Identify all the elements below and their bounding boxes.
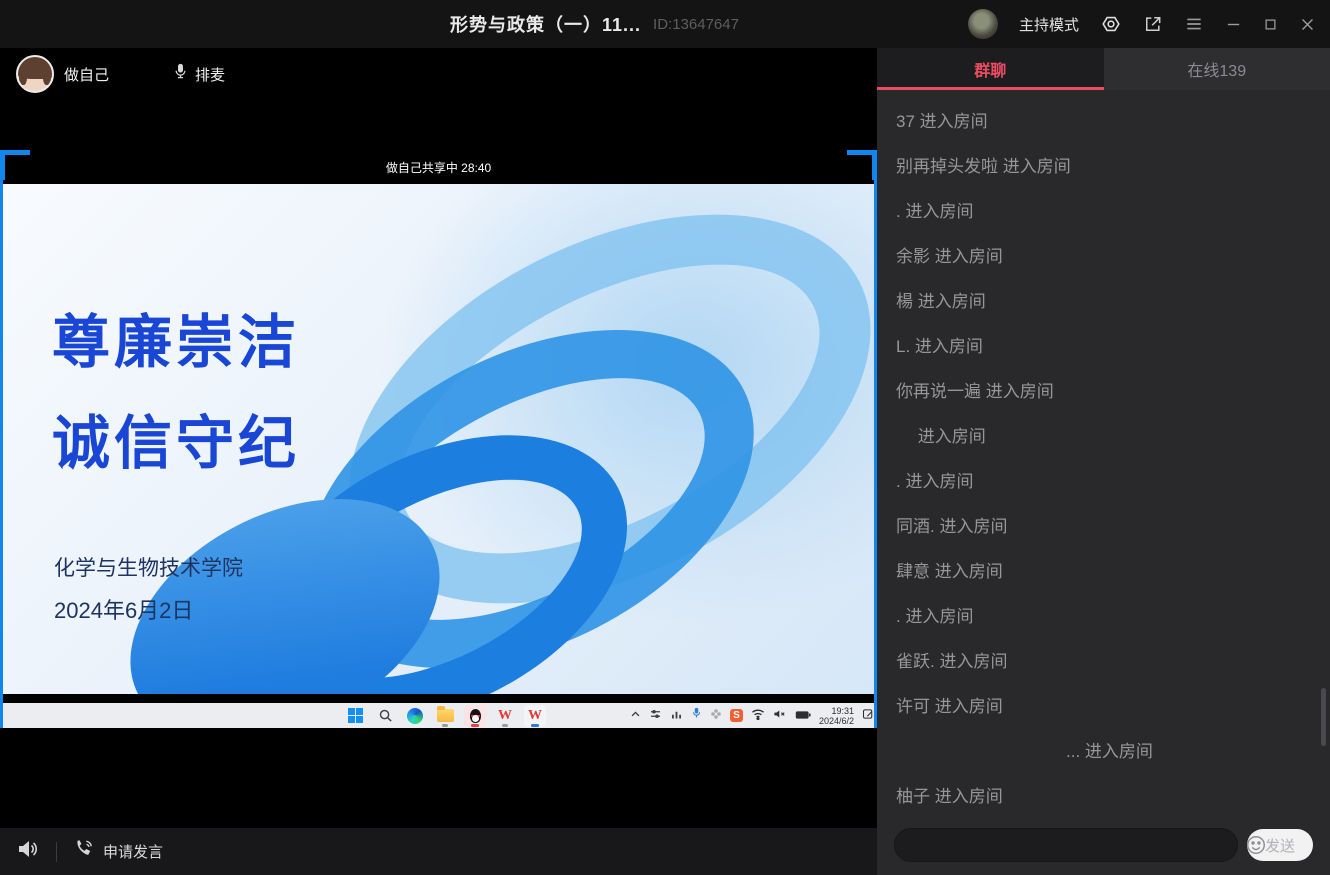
request-speak-label: 申请发言 xyxy=(103,841,163,862)
chat-message: 雀跃. 进入房间 xyxy=(896,637,1311,682)
tray-battery-icon[interactable] xyxy=(795,707,811,725)
chat-message: 别再掉头发啦 进入房间 xyxy=(896,142,1311,187)
emoji-icon[interactable] xyxy=(1245,834,1267,856)
tray-sunlogin-icon[interactable]: S xyxy=(730,709,743,722)
microphone-icon xyxy=(173,62,188,87)
slide-title: 尊廉崇洁 诚信守纪 xyxy=(52,292,300,494)
maximize-button[interactable] xyxy=(1263,17,1278,32)
tray-signal-bars-icon[interactable] xyxy=(670,707,683,725)
slide-date: 2024年6月2日 xyxy=(54,593,193,625)
chat-input-row: 发送 xyxy=(894,828,1313,862)
mic-queue-label: 排麦 xyxy=(195,64,225,85)
edge-browser-icon[interactable] xyxy=(404,704,426,728)
menu-icon[interactable] xyxy=(1184,14,1204,34)
presentation-slide: 尊廉崇洁 诚信守纪 化学与生物技术学院 2024年6月2日 xyxy=(0,184,877,694)
chat-message: . 进入房间 xyxy=(896,592,1311,637)
chat-message: 进入房间 xyxy=(896,412,1311,457)
user-avatar[interactable] xyxy=(968,9,998,39)
chat-message: 许可 进入房间 xyxy=(896,682,1311,727)
tab-group-chat[interactable]: 群聊 xyxy=(877,48,1104,90)
windows-start-icon[interactable] xyxy=(344,704,366,728)
wps-writer-icon[interactable]: W xyxy=(494,704,516,728)
chat-message: 你再说一遍 进入房间 xyxy=(896,367,1311,412)
settings-icon[interactable] xyxy=(1100,13,1122,35)
room-title: 形势与政策（一）11... xyxy=(450,11,641,37)
popout-icon[interactable] xyxy=(1143,14,1163,34)
presenter-avatar[interactable] xyxy=(16,55,54,93)
chat-message-list[interactable]: 37 进入房间 别再掉头发啦 进入房间 . 进入房间 余影 进入房间 楊 进入房… xyxy=(877,90,1330,813)
tab-online-count[interactable]: 在线139 xyxy=(1104,48,1330,90)
file-explorer-icon[interactable] xyxy=(434,704,456,728)
windows-taskbar: W W S xyxy=(0,703,877,728)
close-button[interactable] xyxy=(1299,16,1316,33)
divider xyxy=(56,842,57,862)
qq-app-icon[interactable] xyxy=(464,704,486,728)
tray-volume-muted-icon[interactable] xyxy=(773,707,787,725)
chat-message: 余影 进入房间 xyxy=(896,232,1311,277)
windows-search-icon[interactable] xyxy=(374,704,396,728)
tray-plugin-icon[interactable] xyxy=(710,707,722,725)
presenter-name: 做自己 xyxy=(64,64,109,85)
tray-settings-sliders-icon[interactable] xyxy=(649,707,662,725)
chat-sidebar: 群聊 在线139 37 进入房间 别再掉头发啦 进入房间 . 进入房间 余影 进… xyxy=(877,48,1330,875)
titlebar: 形势与政策（一）11... ID:13647647 主持模式 xyxy=(0,0,1330,48)
main-bottom-bar: 申请发言 xyxy=(0,828,877,875)
chat-message: 楊 进入房间 xyxy=(896,277,1311,322)
presenter-strip: 做自己 排麦 xyxy=(16,53,225,95)
mic-queue[interactable]: 排麦 xyxy=(173,62,225,87)
tray-notification-icon[interactable] xyxy=(862,707,874,725)
chat-message: 37 进入房间 xyxy=(896,97,1311,142)
sidebar-tabs: 群聊 在线139 xyxy=(877,48,1330,90)
speaker-icon[interactable] xyxy=(16,838,40,865)
chat-scrollbar[interactable] xyxy=(1321,688,1326,746)
tray-chevron-icon[interactable] xyxy=(630,707,641,725)
shared-screen: 做自己共享中 28:40 尊廉崇洁 诚信守纪 化学与生物技术学院 2024年6月… xyxy=(0,150,877,728)
host-mode-label: 主持模式 xyxy=(1019,14,1079,35)
slide-bottom-gap xyxy=(0,694,877,703)
chat-message: 肆意 进入房间 xyxy=(896,547,1311,592)
wps-office-icon[interactable]: W xyxy=(524,704,546,728)
chat-message: ... 进入房间 xyxy=(896,727,1311,772)
room-title-group: 形势与政策（一）11... ID:13647647 xyxy=(450,0,739,48)
chat-message: 柚子 进入房间 xyxy=(896,772,1311,813)
tray-clock[interactable]: 19:31 2024/6/2 xyxy=(819,706,854,726)
tray-wifi-icon[interactable] xyxy=(751,707,765,725)
room-id: ID:13647647 xyxy=(653,16,739,33)
chat-message: L. 进入房间 xyxy=(896,322,1311,367)
share-border-left xyxy=(0,150,3,728)
chat-input[interactable] xyxy=(894,828,1238,862)
chat-message: . 进入房间 xyxy=(896,457,1311,502)
chat-message: . 进入房间 xyxy=(896,187,1311,232)
minimize-button[interactable] xyxy=(1225,16,1242,33)
tray-microphone-icon[interactable] xyxy=(691,707,702,725)
share-status-label: 做自己共享中 28:40 xyxy=(0,150,877,184)
request-speak-icon[interactable] xyxy=(73,838,95,865)
chat-message: 同酒. 进入房间 xyxy=(896,502,1311,547)
slide-department: 化学与生物技术学院 xyxy=(54,552,243,582)
